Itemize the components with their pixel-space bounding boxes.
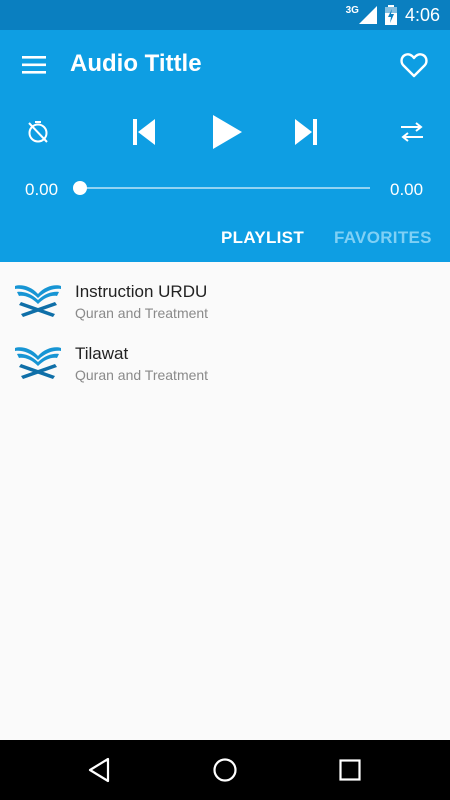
skip-previous-icon[interactable]: [132, 118, 156, 146]
tab-favorites[interactable]: FAVORITES: [334, 228, 432, 248]
back-icon[interactable]: [86, 756, 114, 784]
seek-thumb[interactable]: [73, 181, 87, 195]
navigation-bar: [0, 740, 450, 800]
elapsed-time: 0.00: [25, 180, 59, 199]
playlist: Instruction URDU Quran and Treatment Til…: [0, 262, 450, 386]
network-type: 3G: [345, 4, 359, 16]
page-title: Audio Tittle: [70, 50, 202, 77]
tab-playlist[interactable]: PLAYLIST: [221, 228, 304, 248]
clock: 4:06: [404, 4, 440, 25]
battery-icon: [384, 5, 397, 25]
menu-icon[interactable]: [22, 54, 48, 76]
item-title: Tilawat: [75, 344, 129, 363]
repeat-icon[interactable]: [400, 121, 424, 143]
quran-book-icon: [15, 347, 61, 379]
home-icon[interactable]: [211, 756, 239, 784]
skip-next-icon[interactable]: [294, 118, 318, 146]
list-item[interactable]: Tilawat Quran and Treatment: [0, 324, 450, 386]
item-subtitle: Quran and Treatment: [75, 305, 209, 321]
heart-icon[interactable]: [400, 52, 428, 78]
player-header: Audio Tittle 0.00 0.00 PLAYLIST FAVORITE…: [0, 30, 450, 262]
item-subtitle: Quran and Treatment: [75, 367, 209, 383]
signal-icon: [358, 6, 377, 24]
play-icon[interactable]: [211, 114, 243, 150]
timer-off-icon[interactable]: [27, 120, 49, 144]
list-item[interactable]: Instruction URDU Quran and Treatment: [0, 262, 450, 324]
item-title: Instruction URDU: [75, 282, 208, 301]
quran-book-icon: [15, 285, 61, 317]
recents-icon[interactable]: [336, 756, 364, 784]
status-bar: 3G 4:06: [0, 0, 450, 30]
duration-time: 0.00: [390, 180, 424, 199]
seek-bar[interactable]: [80, 187, 370, 189]
